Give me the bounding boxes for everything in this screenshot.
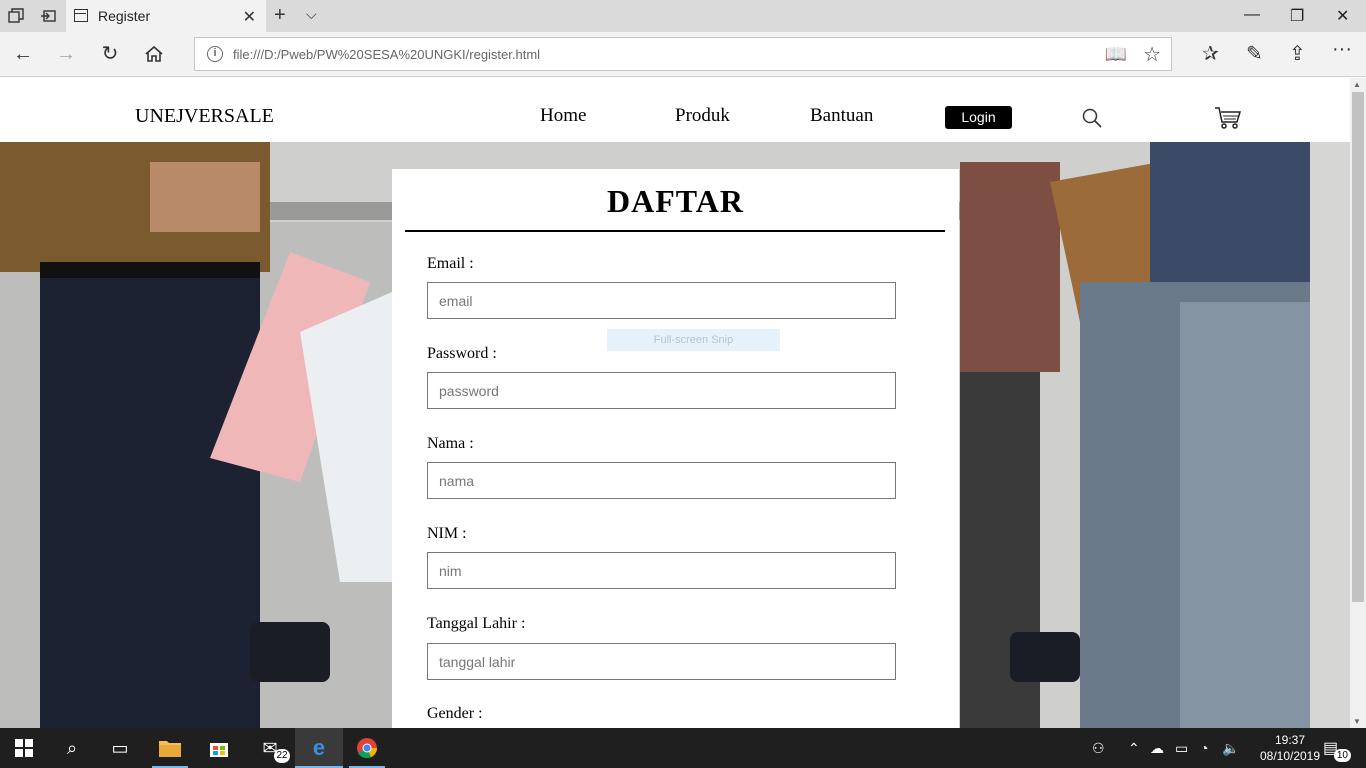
nama-field[interactable] xyxy=(427,462,896,499)
battery-icon[interactable]: ▭ xyxy=(1175,740,1188,757)
site-header: UNEJVERSALE Home Produk Bantuan Login xyxy=(0,78,1350,142)
edge-icon[interactable]: e xyxy=(295,728,343,768)
tab-register[interactable]: Register ✕ xyxy=(66,0,266,32)
login-button[interactable]: Login xyxy=(945,106,1012,129)
nav-bantuan[interactable]: Bantuan xyxy=(810,105,873,127)
show-hidden-icons-chevron-icon[interactable]: ⌃ xyxy=(1128,740,1140,757)
info-icon[interactable]: i xyxy=(207,46,223,62)
scroll-down-icon[interactable]: ▼ xyxy=(1353,717,1361,726)
more-icon[interactable]: ··· xyxy=(1332,38,1352,61)
tab-title: Register xyxy=(98,8,151,24)
address-bar[interactable]: i file:///D:/Pweb/PW%20SESA%20UNGKI/regi… xyxy=(194,37,1172,71)
forward-icon[interactable]: → xyxy=(53,41,79,67)
site-brand[interactable]: UNEJVERSALE xyxy=(135,105,274,128)
search-taskbar-icon[interactable]: ⌕ xyxy=(48,728,96,768)
system-clock[interactable]: 19:37 08/10/2019 xyxy=(1250,732,1330,764)
home-icon[interactable] xyxy=(141,41,167,67)
nama-label: Nama : xyxy=(427,435,474,452)
tanggal-lahir-field[interactable] xyxy=(427,643,896,680)
clock-time: 19:37 xyxy=(1274,733,1306,747)
password-label: Password : xyxy=(427,345,497,362)
page-scrollbar[interactable]: ▲ ▼ xyxy=(1350,78,1366,728)
favorite-star-icon[interactable]: ☆ xyxy=(1143,42,1161,67)
share-icon[interactable]: ⇪ xyxy=(1289,41,1306,66)
wifi-icon[interactable]: ◔ xyxy=(1200,740,1208,756)
onedrive-icon[interactable]: ☁ xyxy=(1150,740,1164,757)
chrome-icon[interactable] xyxy=(343,728,391,768)
browser-nav-row: ← → ↻ i file:///D:/Pweb/PW%20SESA%20UNGK… xyxy=(0,32,1366,77)
window-close-icon[interactable]: ✕ xyxy=(1336,6,1349,26)
volume-icon[interactable]: 🔈 xyxy=(1222,740,1239,757)
notification-icon[interactable]: ▤ 10 xyxy=(1323,738,1351,762)
gender-label: Gender : xyxy=(427,705,483,722)
password-field[interactable] xyxy=(427,372,896,409)
restore-icon[interactable]: ❐ xyxy=(1290,6,1304,26)
title-divider xyxy=(405,230,945,232)
nav-produk[interactable]: Produk xyxy=(675,105,730,127)
page-viewport: UNEJVERSALE Home Produk Bantuan Login DA… xyxy=(0,78,1350,728)
mail-badge: 22 xyxy=(274,749,290,763)
scrollbar-thumb[interactable] xyxy=(1352,92,1364,602)
tanggal-lahir-label: Tanggal Lahir : xyxy=(427,615,526,632)
file-explorer-icon[interactable] xyxy=(146,728,194,768)
pen-icon[interactable]: ✎ xyxy=(1246,41,1263,66)
scroll-up-icon[interactable]: ▲ xyxy=(1353,80,1361,89)
notification-count: 10 xyxy=(1333,749,1351,762)
windows-start-icon[interactable] xyxy=(0,728,48,768)
people-icon[interactable]: ⚇ xyxy=(1092,740,1105,757)
close-icon[interactable]: ✕ xyxy=(243,7,256,27)
cart-icon[interactable] xyxy=(1214,106,1242,130)
snip-overlay: Full-screen Snip xyxy=(607,329,780,351)
register-title: DAFTAR xyxy=(607,183,744,219)
minimize-icon[interactable]: — xyxy=(1244,6,1260,24)
nim-field[interactable] xyxy=(427,552,896,589)
page-icon xyxy=(74,9,88,22)
store-icon[interactable] xyxy=(195,728,243,768)
favorites-hub-icon[interactable]: ✰ xyxy=(1202,41,1219,66)
url-text: file:///D:/Pweb/PW%20SESA%20UNGKI/regist… xyxy=(233,47,541,62)
register-card: DAFTAR Email : Password : Nama : NIM : T… xyxy=(392,169,959,728)
mail-icon[interactable]: ✉ 22 xyxy=(246,728,294,768)
set-aside-icon[interactable] xyxy=(40,8,56,24)
search-icon[interactable] xyxy=(1082,108,1102,128)
browser-tab-bar: Register ✕ + ⌵ — ❐ ✕ xyxy=(0,0,1366,32)
new-tab-icon[interactable]: + xyxy=(274,4,286,27)
email-label: Email : xyxy=(427,255,474,272)
reading-view-icon[interactable]: 📖 xyxy=(1105,44,1127,65)
nav-home[interactable]: Home xyxy=(540,105,586,127)
taskbar: ⌕ ▭ ✉ 22 e ⚇ ⌃ ☁ ▭ ◔ 🔈 19:37 08/10/2019 ▤… xyxy=(0,728,1366,768)
email-field[interactable] xyxy=(427,282,896,319)
task-view-icon[interactable]: ▭ xyxy=(96,728,144,768)
clock-date: 08/10/2019 xyxy=(1259,749,1321,763)
refresh-icon[interactable]: ↻ xyxy=(97,41,123,67)
tab-preview-chevron-icon[interactable]: ⌵ xyxy=(306,6,317,23)
tab-actions-icon[interactable] xyxy=(8,8,24,24)
back-icon[interactable]: ← xyxy=(10,41,36,67)
nim-label: NIM : xyxy=(427,525,467,542)
